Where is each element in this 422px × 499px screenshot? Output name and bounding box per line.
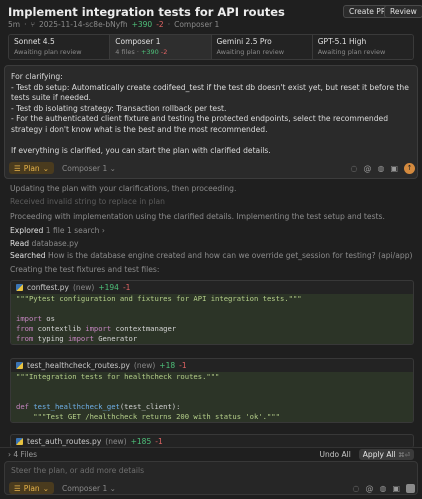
tab-sonnet[interactable]: Sonnet 4.5 Awaiting plan review: [9, 35, 111, 59]
python-file-icon: [16, 438, 23, 445]
python-file-icon: [16, 284, 23, 291]
globe-icon[interactable]: ◍: [379, 484, 386, 493]
file-diff-header[interactable]: conftest.py (new) +194 -1: [11, 281, 413, 294]
apply-all-button[interactable]: Apply All ⌘⏎: [358, 448, 414, 460]
plan-icon: ☰: [14, 483, 21, 493]
code-line: """Test GET /healthcheck returns 200 wit…: [11, 412, 413, 422]
send-icon[interactable]: ↑: [404, 162, 415, 174]
model-select[interactable]: Composer 1 ⌄: [62, 484, 116, 493]
file-diff-healthcheck[interactable]: test_healthcheck_routes.py (new) +18 -1 …: [10, 358, 414, 423]
code-token: from: [16, 324, 34, 333]
composer-toolbar: ☰ Plan ⌄ Composer 1 ⌄ ◌ @ ◍ ▣: [9, 482, 415, 494]
image-icon[interactable]: ▣: [390, 164, 398, 173]
model-tabs: Sonnet 4.5 Awaiting plan review Composer…: [8, 34, 414, 60]
composer-input[interactable]: Steer the plan, or add more details ☰ Pl…: [4, 461, 418, 495]
python-file-icon: [16, 362, 23, 369]
code-line: """Integration tests for healthcheck rou…: [11, 372, 413, 382]
chevron-down-icon: ⌄: [42, 163, 49, 173]
code-token: test_healthcheck_get: [33, 402, 120, 411]
prompt-toolbar: ☰ Plan ⌄ Composer 1 ⌄ ◌ @ ◍ ▣ ↑: [9, 161, 415, 175]
code-line: from contextlib import contextmanager: [11, 324, 413, 334]
code-token: """Pytest configuration and fixtures for…: [16, 294, 302, 303]
branch-name: 2025-11-14-sc8e-bNyfh: [38, 20, 128, 29]
at-icon[interactable]: @: [365, 484, 373, 493]
code-line: """Pytest configuration and fixtures for…: [11, 294, 413, 304]
plan-mode-button[interactable]: ☰ Plan ⌄: [9, 482, 54, 494]
explored-summary[interactable]: Explored 1 file 1 search ›: [10, 226, 105, 235]
loading-icon: ◌: [350, 163, 358, 173]
file-diff-conftest[interactable]: conftest.py (new) +194 -1 """Pytest conf…: [10, 280, 414, 345]
tab-composer[interactable]: Composer 1 4 files · +390 -2: [110, 35, 212, 59]
code-token: (test_client):: [119, 402, 181, 411]
error-message: Received invalid string to replace in pl…: [10, 197, 165, 206]
code-token: contextmanager: [111, 324, 177, 333]
agent-message: Updating the plan with your clarificatio…: [10, 184, 237, 193]
code-body: """Pytest configuration and fixtures for…: [11, 294, 413, 344]
code-line: from typing import Generator: [11, 334, 413, 344]
deletions-count: -2: [156, 20, 164, 29]
model-select[interactable]: Composer 1 ⌄: [62, 164, 116, 173]
plan-icon: ☰: [14, 163, 21, 173]
stop-icon[interactable]: [406, 483, 415, 493]
code-line: import os: [11, 314, 413, 324]
composer-placeholder: Steer the plan, or add more details: [11, 466, 145, 475]
plan-mode-button[interactable]: ☰ Plan ⌄: [9, 162, 54, 174]
agent-message: Creating the test fixtures and test file…: [10, 265, 160, 274]
code-token: """Integration tests for healthcheck rou…: [16, 372, 220, 381]
additions-count: +390: [131, 20, 153, 29]
agent-message: Proceeding with implementation using the…: [10, 212, 385, 221]
branch-icon: ⑂: [30, 20, 35, 29]
task-meta: 5m · ⑂ 2025-11-14-sc8e-bNyfh +390 -2 · C…: [8, 20, 220, 29]
code-line: def test_healthcheck_get(test_client):: [11, 402, 413, 412]
tab-gemini[interactable]: Gemini 2.5 Pro Awaiting plan review: [211, 35, 313, 59]
code-token: Generator: [93, 334, 138, 343]
code-token: """Test GET /healthcheck returns 200 wit…: [16, 412, 280, 421]
user-prompt-text: For clarifying: - Test db setup: Automat…: [11, 72, 409, 155]
task-title: Implement integration tests for API rout…: [8, 5, 285, 19]
review-button[interactable]: Review: [384, 5, 422, 18]
code-token: import: [16, 314, 42, 323]
file-link[interactable]: database.py: [32, 239, 79, 248]
code-token: import: [85, 324, 112, 333]
at-icon[interactable]: @: [363, 164, 371, 173]
search-step: Searched How is the database engine crea…: [10, 251, 413, 260]
chevron-down-icon: ⌄: [42, 483, 49, 493]
code-token: contextlib: [33, 324, 86, 333]
read-step: Read database.py: [10, 239, 79, 248]
loading-icon: ◌: [352, 483, 360, 493]
chevron-right-icon: ›: [101, 226, 105, 235]
files-bar: › 4 Files Undo All Apply All ⌘⏎: [0, 447, 422, 460]
code-token: import: [67, 334, 94, 343]
undo-all-button[interactable]: Undo All: [320, 450, 351, 459]
code-token: from: [16, 334, 34, 343]
user-prompt-box[interactable]: For clarifying: - Test db setup: Automat…: [4, 65, 418, 179]
code-token: os: [41, 314, 55, 323]
file-diff-header[interactable]: test_healthcheck_routes.py (new) +18 -1: [11, 359, 413, 372]
code-token: typing: [33, 334, 68, 343]
image-icon[interactable]: ▣: [392, 484, 400, 493]
file-diff-auth[interactable]: test_auth_routes.py (new) +185 -1: [10, 434, 414, 448]
code-body: """Integration tests for healthcheck rou…: [11, 372, 413, 422]
files-count[interactable]: 4 Files: [13, 450, 37, 459]
tab-gpt[interactable]: GPT-5.1 High Awaiting plan review: [312, 35, 413, 59]
task-age: 5m: [8, 20, 21, 29]
globe-icon[interactable]: ◍: [377, 164, 384, 173]
code-token: def: [16, 402, 29, 411]
composer-name: Composer 1: [174, 20, 220, 29]
task-header: Implement integration tests for API rout…: [0, 0, 422, 64]
